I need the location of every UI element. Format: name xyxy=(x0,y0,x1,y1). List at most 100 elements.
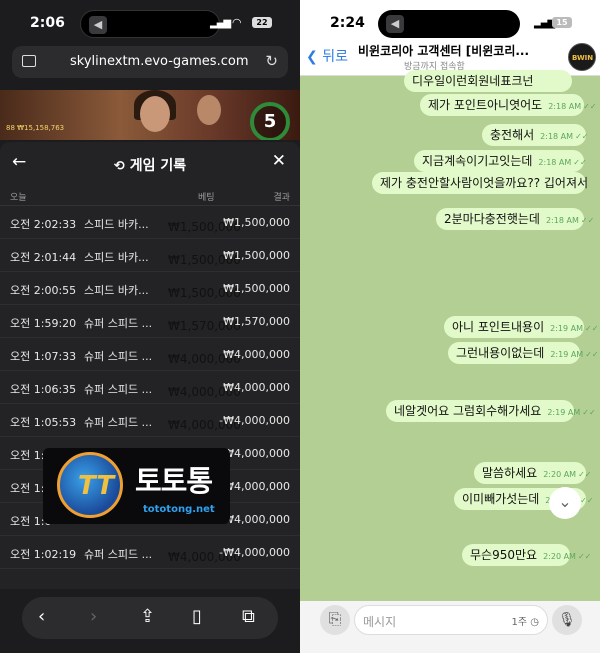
scroll-down-icon[interactable]: ⌄ xyxy=(549,487,581,519)
balance-readout: 88 ₩15,158,763 xyxy=(6,124,65,132)
message-input[interactable]: 메시지 1주 ◷ xyxy=(354,605,548,635)
row-result: -₩4,000,000 xyxy=(219,414,290,427)
outgoing-message[interactable]: 아니 포인트내용이 2:19 AM ✓✓ xyxy=(444,316,598,338)
mic-icon[interactable]: 🎙 xyxy=(552,605,582,635)
row-game: 슈퍼 스피드 ... xyxy=(84,317,153,330)
read-check-icon: ✓✓ xyxy=(582,408,596,417)
outgoing-message[interactable]: 2분마다충전햇는데 2:18 AM ✓✓ xyxy=(436,208,594,230)
row-time: 오전 2:01:44 xyxy=(10,251,77,264)
address-bar[interactable]: skylinextm.evo-games.com ↻ xyxy=(12,46,288,78)
watermark-site: tototong.net xyxy=(143,504,215,515)
history-row[interactable]: 오전 1:02:19 슈퍼 스피드 ... ₩4,000,000 -₩4,000,00… xyxy=(0,536,300,569)
live-dealer-video: 88 ₩15,158,763 5 xyxy=(0,90,300,140)
outgoing-message[interactable]: 지금계속이기고잇는데 2:18 AM ✓✓ xyxy=(414,150,587,172)
row-time: 오전 1:07:33 xyxy=(10,350,77,363)
outgoing-message[interactable]: 제가 충전안할사람이엇을까요?? 깁어져서 xyxy=(372,172,589,194)
outgoing-message[interactable]: 충전해서 2:18 AM ✓✓ xyxy=(482,124,589,146)
read-check-icon: ✓✓ xyxy=(580,496,594,505)
history-row[interactable]: 오전 2:00:55 스피드 바카... ₩1,500,000 ₩1,500,000 xyxy=(0,272,300,305)
status-time: 2:06 xyxy=(30,15,65,31)
battery-level-right: 15 xyxy=(552,17,572,28)
read-check-icon: ✓✓ xyxy=(578,470,592,479)
forward-chevron-icon[interactable]: › xyxy=(90,606,97,627)
outgoing-message[interactable]: 제가 포인트아니엿어도 2:18 AM ✓✓ xyxy=(420,94,597,116)
message-time: 2:18 AM xyxy=(538,158,572,167)
message-text: 이미빼가섯는데 xyxy=(462,492,540,506)
message-time: 2:19 AM xyxy=(550,324,584,333)
status-bar: 2:06 ◀ ▂▄▆ ◠ 22 xyxy=(0,0,300,46)
row-game: 슈퍼 스피드 ... xyxy=(84,548,153,561)
message-text: 충전해서 xyxy=(490,128,535,142)
row-time: 오전 1:06:35 xyxy=(10,383,77,396)
message-time: 2:18 AM xyxy=(548,102,582,111)
attach-icon[interactable]: ⎘ xyxy=(320,605,350,635)
close-icon[interactable]: ✕ xyxy=(272,151,286,171)
logo-ball-icon: TT xyxy=(57,452,123,518)
message-text: 그런내용이없는데 xyxy=(456,346,545,360)
chat-name[interactable]: 비윈코리아 고객센터 [비윈코리... xyxy=(358,42,558,59)
message-list: 디우일이런회원네표크넌제가 포인트아니엿어도 2:18 AM ✓✓ 충전해서 2:18 … xyxy=(300,70,600,601)
read-check-icon: ✓✓ xyxy=(577,552,592,561)
countdown-timer: 5 xyxy=(250,102,290,140)
message-time: 2:20 AM xyxy=(543,470,577,479)
message-text: 무슨950만요 xyxy=(470,548,538,562)
message-text: 제가 충전안할사람이엇을까요?? 깁어져서 xyxy=(380,176,589,190)
sheet-title: ⟲ 게임 기록 xyxy=(113,158,187,174)
nav-pill: ‹ › ⇪ ▯ ⧉ xyxy=(22,597,278,639)
header-result: 결과 xyxy=(273,193,290,203)
bookmarks-icon[interactable]: ▯ xyxy=(192,606,202,627)
wifi-icon: ◠ xyxy=(232,16,242,29)
history-row[interactable]: 오전 2:02:33 스피드 바카... ₩1,500,000 ₩1,500,000 xyxy=(0,206,300,239)
tabs-icon[interactable]: ⧉ xyxy=(242,606,255,627)
row-result: ₩4,000,000 xyxy=(223,348,290,361)
back-chevron-icon[interactable]: ‹ xyxy=(38,606,45,627)
row-time: 오전 1:05:53 xyxy=(10,416,77,429)
row-game: 스피드 바카... xyxy=(84,218,149,231)
outgoing-message[interactable]: 무슨950만요 2:20 AM ✓✓ xyxy=(462,544,591,566)
url-text[interactable]: skylinextm.evo-games.com xyxy=(70,54,248,69)
row-game: 스피드 바카... xyxy=(84,251,149,264)
row-result: ₩1,500,000 xyxy=(223,282,290,295)
message-text: 디우일이런회원네표크넌 xyxy=(412,74,534,88)
watermark-logo: TT 토토통 tototong.net xyxy=(43,448,230,524)
history-row[interactable]: 오전 1:06:35 슈퍼 스피드 ... ₩4,000,000 ₩4,000,000 xyxy=(0,371,300,404)
row-time: 오전 2:02:33 xyxy=(10,218,77,231)
history-row[interactable]: 오전 1:05:53 슈퍼 스피드 ... ₩4,000,000 -₩4,000,00… xyxy=(0,404,300,437)
row-result: ₩1,570,000 xyxy=(223,315,290,328)
outgoing-message[interactable]: 그런내용이없는데 2:19 AM ✓✓ xyxy=(448,342,599,364)
browser-toolbar: ‹ › ⇪ ▯ ⧉ xyxy=(0,589,300,653)
outgoing-message[interactable]: 말씀하세요 2:20 AM ✓✓ xyxy=(474,462,592,484)
sheet-header: ← ⟲ 게임 기록 ✕ xyxy=(0,142,300,186)
outgoing-message[interactable]: 디우일이런회원네표크넌 xyxy=(404,70,572,92)
message-text: 지금계속이기고잇는데 xyxy=(422,154,533,168)
history-row[interactable]: 오전 1:59:20 슈퍼 스피드 ... ₩1,570,000 ₩1,570,000 xyxy=(0,305,300,338)
header-today: 오늘 xyxy=(10,193,27,203)
chat-avatar[interactable]: BWIN xyxy=(568,43,596,71)
watermark-brand: 토토통 xyxy=(135,464,213,498)
history-row[interactable]: 오전 2:01:44 스피드 바카... ₩1,500,000 ₩1,500,000 xyxy=(0,239,300,272)
message-text: 네알겟어요 그럼회수해가세요 xyxy=(394,404,542,418)
row-result: ₩1,500,000 xyxy=(223,249,290,262)
right-phone-screen: 2:24 ◀ ▂▄▆ 15 ❮ 뒤로 비윈코리아 고객센터 [비윈코리... 방… xyxy=(300,0,600,653)
left-phone-screen: 2:06 ◀ ▂▄▆ ◠ 22 skylinextm.evo-games.com… xyxy=(0,0,300,653)
message-time: 2:20 AM xyxy=(543,552,576,561)
outgoing-message[interactable]: 네알겟어요 그럼회수해가세요 2:19 AM ✓✓ xyxy=(386,400,596,422)
share-icon[interactable]: ⇪ xyxy=(140,606,155,627)
reload-icon[interactable]: ↻ xyxy=(265,52,278,70)
column-headers: 오늘 베팅 결과 xyxy=(0,186,300,206)
read-check-icon: ✓✓ xyxy=(583,102,597,111)
status-time-right: 2:24 xyxy=(330,15,365,31)
row-game: 슈퍼 스피드 ... xyxy=(84,416,153,429)
row-time: 오전 1:02:19 xyxy=(10,548,77,561)
row-result: ₩4,000,000 xyxy=(223,513,290,526)
message-time: 2:18 AM xyxy=(545,216,579,225)
read-check-icon: ✓✓ xyxy=(575,132,589,141)
self-destruct-timer[interactable]: 1주 ◷ xyxy=(512,613,539,628)
history-icon: ⟲ xyxy=(113,159,125,174)
message-time: 2:19 AM xyxy=(547,408,581,417)
chat-back-button[interactable]: ❮ 뒤로 xyxy=(306,46,348,66)
page-menu-icon[interactable] xyxy=(22,55,36,67)
history-row[interactable]: 오전 1:07:33 슈퍼 스피드 ... ₩4,000,000 ₩4,000,000 xyxy=(0,338,300,371)
row-result: ₩4,000,000 xyxy=(223,381,290,394)
message-time: 2:18 AM xyxy=(540,132,574,141)
